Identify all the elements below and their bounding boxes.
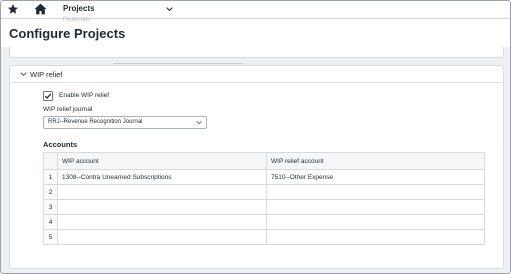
star-icon[interactable] [7, 3, 19, 15]
scroll-indicator [113, 63, 243, 64]
wip-relief-journal-select[interactable]: RRJ--Revenue Recognition Journal [43, 116, 207, 129]
column-header-rownum [43, 152, 58, 170]
table-row: 5 [43, 229, 485, 245]
app-window: Projects Financials Configure Projects W… [0, 0, 511, 274]
chevron-down-icon [196, 120, 202, 125]
wip-account-cell[interactable] [57, 214, 267, 230]
checkmark-icon [44, 93, 52, 99]
column-header-wip-relief-account: WIP relief account [266, 152, 485, 170]
wip-relief-section: WIP relief Enable WIP relief WIP relief … [9, 65, 504, 269]
section-header[interactable]: WIP relief [10, 66, 503, 83]
breadcrumb: Financials [63, 17, 91, 23]
accounts-table: WIP account WIP relief account 1 1308--C… [43, 152, 485, 245]
select-value: RRJ--Revenue Recognition Journal [48, 119, 143, 125]
wip-relief-journal-label: WIP relief journal [43, 106, 93, 113]
nav-projects-link[interactable]: Projects [63, 4, 95, 13]
row-number: 2 [43, 184, 58, 200]
accounts-heading: Accounts [43, 140, 78, 149]
table-row: 2 [43, 184, 485, 200]
wip-account-cell[interactable] [57, 229, 267, 245]
page-header: Financials Configure Projects [1, 17, 510, 47]
page-title: Configure Projects [9, 26, 126, 41]
row-number: 3 [43, 199, 58, 215]
section-title: WIP relief [30, 70, 63, 79]
wip-relief-account-cell[interactable] [266, 199, 485, 215]
wip-relief-account-cell[interactable] [266, 184, 485, 200]
home-icon[interactable] [34, 3, 47, 15]
chevron-down-icon[interactable] [20, 71, 27, 77]
wip-account-cell[interactable]: 1308--Contra Unearned Subscriptions [57, 169, 267, 185]
wip-relief-account-cell[interactable] [266, 214, 485, 230]
table-header-row: WIP account WIP relief account [43, 152, 485, 170]
wip-relief-account-cell[interactable]: 7510--Other Expense [266, 169, 485, 185]
wip-relief-account-cell[interactable] [266, 229, 485, 245]
enable-wip-relief-checkbox[interactable] [43, 91, 53, 101]
wip-account-cell[interactable] [57, 184, 267, 200]
column-header-wip-account: WIP account [57, 152, 267, 170]
wip-account-cell[interactable] [57, 199, 267, 215]
table-row: 1 1308--Contra Unearned Subscriptions 75… [43, 169, 485, 185]
row-number: 5 [43, 229, 58, 245]
chevron-down-icon[interactable] [166, 6, 173, 12]
enable-wip-relief-label: Enable WIP relief [59, 92, 110, 99]
row-number: 4 [43, 214, 58, 230]
table-row: 4 [43, 214, 485, 230]
collapsed-section-strip [9, 47, 504, 58]
table-row: 3 [43, 199, 485, 215]
row-number: 1 [43, 169, 58, 185]
